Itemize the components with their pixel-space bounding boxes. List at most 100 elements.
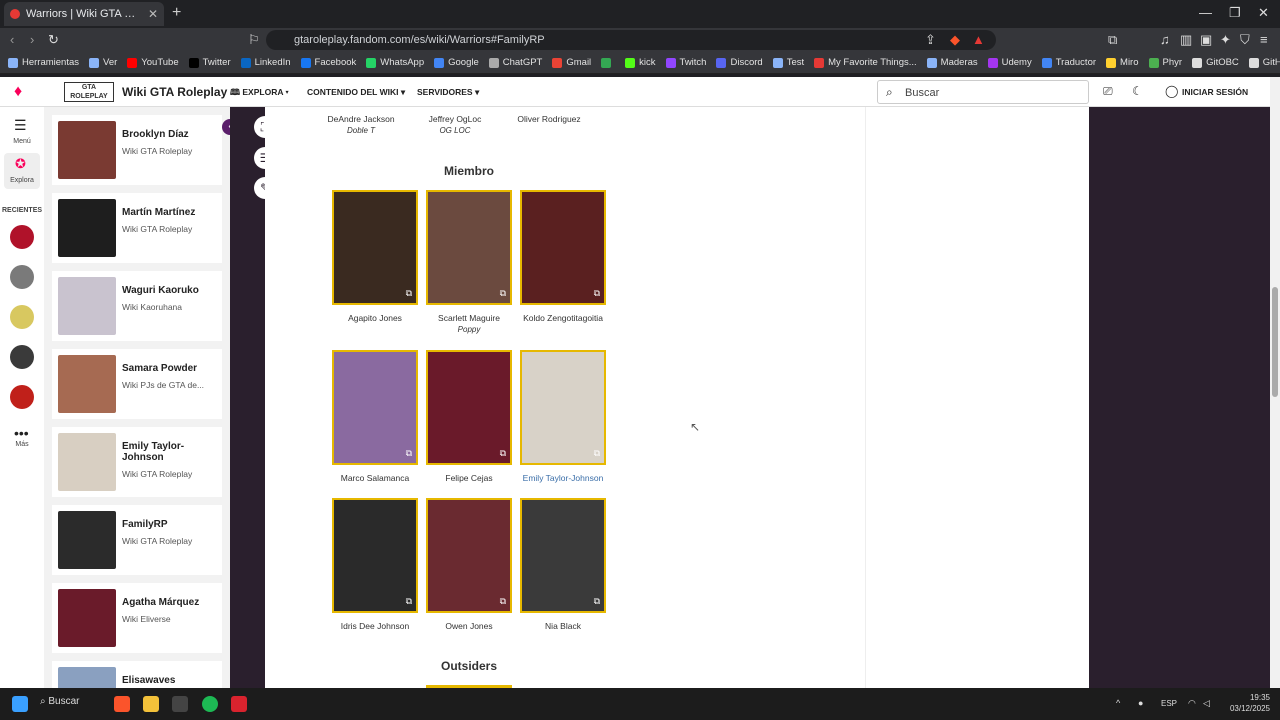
wiki-logo-icon[interactable]: GTA ROLEPLAY xyxy=(64,82,114,102)
bookmark-item[interactable]: Udemy xyxy=(987,57,1032,68)
bookmark-item[interactable]: Phyr xyxy=(1148,57,1182,68)
wiki-title[interactable]: Wiki GTA Roleplay xyxy=(122,85,227,99)
bookmark-item[interactable]: Herramientas xyxy=(8,57,79,68)
recent-wiki-icon-3[interactable] xyxy=(10,305,34,329)
bookmark-item[interactable]: Google xyxy=(434,57,479,68)
expand-image-icon[interactable]: ⧉ xyxy=(406,596,412,607)
recent-wiki-icon-5[interactable] xyxy=(10,385,34,409)
scrollbar-thumb[interactable] xyxy=(1272,287,1278,397)
bookmark-item[interactable] xyxy=(601,57,615,68)
recent-page-card[interactable]: Waguri Kaoruko Wiki Kaoruhana xyxy=(52,271,222,341)
character-portrait[interactable]: ⧉ xyxy=(332,190,418,305)
wallet-icon[interactable]: ▣ xyxy=(1200,32,1212,48)
expand-image-icon[interactable]: ⧉ xyxy=(406,448,412,459)
bookmark-item[interactable]: My Favorite Things... xyxy=(814,57,917,68)
bookmark-item[interactable]: WhatsApp xyxy=(366,57,424,68)
bookmark-item[interactable]: Twitter xyxy=(188,57,231,68)
bookmark-item[interactable]: YouTube xyxy=(127,57,179,68)
wifi-icon[interactable]: ◠ xyxy=(1188,698,1196,709)
fandom-logo-icon[interactable]: ♦ xyxy=(14,83,22,101)
new-tab-icon[interactable]: + xyxy=(172,4,181,22)
character-name[interactable]: Oliver Rodriguez xyxy=(494,114,604,124)
recent-page-card[interactable]: Emily Taylor-Johnson Wiki GTA Roleplay xyxy=(52,427,222,497)
dark-mode-icon[interactable]: ☾ xyxy=(1132,84,1143,98)
browser-tab[interactable]: Warriors | Wiki GTA Roleplay | Fa ✕ xyxy=(4,2,164,26)
close-tab-icon[interactable]: ✕ xyxy=(148,7,158,21)
user-icon[interactable]: ◯ xyxy=(1165,84,1178,98)
character-portrait[interactable]: ⧉ xyxy=(520,498,606,613)
recent-wiki-icon-2[interactable] xyxy=(10,265,34,289)
recent-page-card[interactable]: FamilyRP Wiki GTA Roleplay xyxy=(52,505,222,575)
vpn-icon[interactable]: ⛉ xyxy=(1240,32,1250,48)
leo-icon[interactable]: ✦ xyxy=(1220,32,1231,48)
bookmark-item[interactable]: LinkedIn xyxy=(240,57,291,68)
expand-image-icon[interactable]: ⧉ xyxy=(500,448,506,459)
character-portrait[interactable]: ⧉ xyxy=(426,190,512,305)
extensions-icon[interactable]: ⧉ xyxy=(1108,32,1117,48)
bookmark-item[interactable]: ChatGPT xyxy=(488,57,542,68)
windows-start-icon[interactable] xyxy=(12,696,28,712)
bookmark-item[interactable]: Maderas xyxy=(926,57,978,68)
nav-contenido[interactable]: CONTENIDO DEL WIKI ▾ xyxy=(307,87,405,98)
character-portrait[interactable]: ⧉ xyxy=(520,350,606,465)
character-portrait[interactable]: ⧉ xyxy=(426,350,512,465)
forward-icon[interactable]: › xyxy=(30,32,34,47)
character-portrait[interactable]: ⧉ xyxy=(426,498,512,613)
brave-app-icon[interactable] xyxy=(114,696,130,712)
minimize-icon[interactable]: — xyxy=(1199,5,1212,20)
terminal-icon[interactable] xyxy=(172,696,188,712)
recent-page-card[interactable]: Agatha Márquez Wiki Eliverse xyxy=(52,583,222,653)
url-field[interactable]: gtaroleplay.fandom.com/es/wiki/Warriors#… xyxy=(266,30,996,50)
recent-wiki-icon-4[interactable] xyxy=(10,345,34,369)
share-icon[interactable]: ⇪ xyxy=(925,32,936,48)
nav-explora[interactable]: 🕮 EXPLORA ▾ xyxy=(230,87,289,101)
search-input[interactable]: ⌕ Buscar xyxy=(877,80,1089,104)
language-indicator[interactable]: ESP xyxy=(1161,699,1177,708)
bookmark-item[interactable]: Miro xyxy=(1106,57,1139,68)
expand-image-icon[interactable]: ⧉ xyxy=(594,448,600,459)
expand-image-icon[interactable]: ⧉ xyxy=(500,288,506,299)
app-icon[interactable] xyxy=(231,696,247,712)
bookmark-item[interactable]: Discord xyxy=(716,57,763,68)
expand-image-icon[interactable]: ⧉ xyxy=(406,288,412,299)
file-explorer-icon[interactable] xyxy=(143,696,159,712)
expand-image-icon[interactable]: ⧉ xyxy=(594,596,600,607)
recent-wiki-icon-1[interactable] xyxy=(10,225,34,249)
bookmark-item[interactable]: kick xyxy=(625,57,656,68)
tray-chevron-icon[interactable]: ^ xyxy=(1116,698,1120,708)
reload-icon[interactable]: ↻ xyxy=(48,32,59,48)
recent-page-card[interactable]: Samara Powder Wiki PJs de GTA de... xyxy=(52,349,222,419)
page-scrollbar[interactable] xyxy=(1270,77,1280,688)
bookmark-item[interactable]: Twitch xyxy=(665,57,706,68)
character-portrait[interactable]: ⧉ xyxy=(332,498,418,613)
nav-servidores[interactable]: SERVIDORES ▾ xyxy=(417,87,479,98)
bookmark-item[interactable]: Facebook xyxy=(300,57,356,68)
bookmark-icon[interactable]: ⚐ xyxy=(248,32,260,48)
character-name[interactable]: Emily Taylor-Johnson xyxy=(508,473,618,483)
character-name[interactable]: Koldo Zengotitagoitia xyxy=(508,313,618,323)
sidebar-icon[interactable]: ▥ xyxy=(1180,32,1192,48)
bookmark-item[interactable]: GitOBC xyxy=(1192,57,1239,68)
volume-icon[interactable]: ◁ xyxy=(1203,698,1210,709)
bookmark-item[interactable]: Gmail xyxy=(552,57,591,68)
more-icon[interactable]: ••• xyxy=(14,425,29,441)
login-button[interactable]: INICIAR SESIÓN xyxy=(1182,87,1248,97)
clock[interactable]: 19:35 03/12/2025 xyxy=(1230,692,1270,714)
bookmark-item[interactable]: Ver xyxy=(89,57,117,68)
window-close-icon[interactable]: ✕ xyxy=(1258,5,1269,21)
menu-icon[interactable]: ≡ xyxy=(1260,32,1268,47)
recent-page-card[interactable]: Martín Martínez Wiki GTA Roleplay xyxy=(52,193,222,263)
expand-image-icon[interactable]: ⧉ xyxy=(594,288,600,299)
brave-shield-icon[interactable]: ◆ xyxy=(950,32,960,48)
spotify-icon[interactable] xyxy=(202,696,218,712)
explore-button[interactable]: ✪ Explora xyxy=(4,153,40,189)
taskbar-search[interactable]: ⌕ Buscar xyxy=(40,696,80,707)
maximize-icon[interactable]: ❐ xyxy=(1229,5,1241,21)
rewards-icon[interactable]: ▲ xyxy=(972,32,985,47)
character-portrait[interactable]: ⧉ xyxy=(332,350,418,465)
recent-page-card[interactable]: Elisawaves xyxy=(52,661,222,688)
bookmark-item[interactable]: Traductor xyxy=(1041,57,1096,68)
character-name[interactable]: Nia Black xyxy=(508,621,618,631)
media-icon[interactable]: ♫ xyxy=(1160,32,1170,47)
back-icon[interactable]: ‹ xyxy=(10,32,14,47)
